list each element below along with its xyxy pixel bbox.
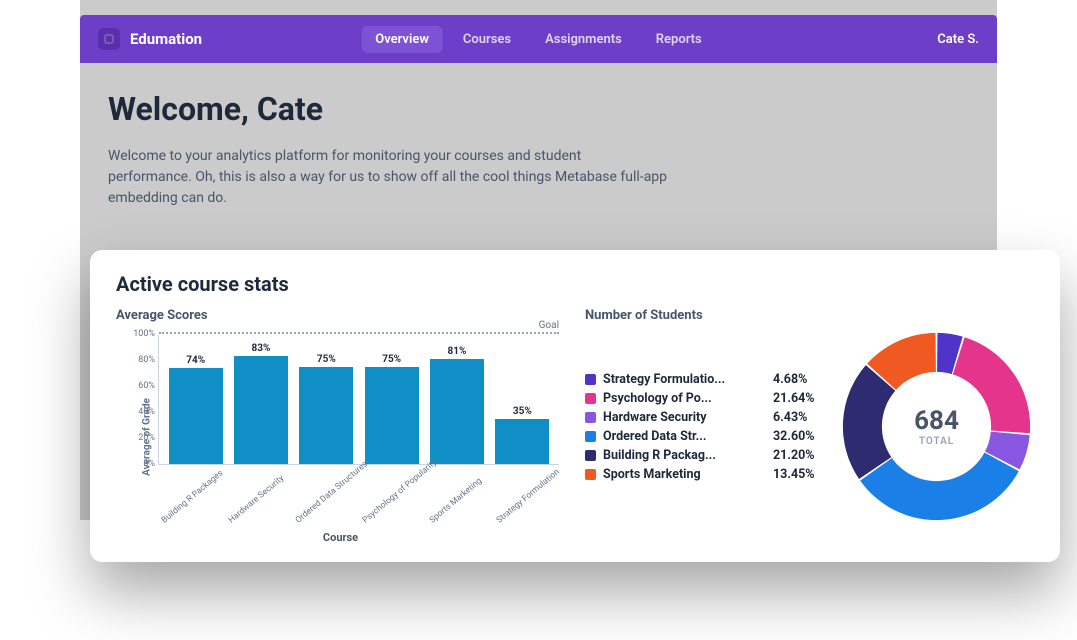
donut-chart: 684 TOTAL — [839, 329, 1034, 524]
legend-name: Psychology of Po... — [603, 391, 763, 406]
x-tick: Ordered Data Structures — [294, 483, 342, 525]
bar[interactable]: 35% — [495, 406, 549, 465]
legend-swatch — [585, 450, 596, 461]
bar[interactable]: 74% — [169, 355, 223, 464]
legend-name: Strategy Formulatio... — [603, 372, 763, 387]
x-tick: Hardware Security — [227, 483, 275, 525]
stats-title: Active course stats — [116, 272, 1034, 296]
x-tick: Building R Packages — [160, 483, 208, 525]
nav-courses[interactable]: Courses — [449, 26, 525, 53]
goal-label: Goal — [537, 320, 561, 331]
legend-pct: 6.43% — [773, 410, 807, 425]
y-tick: 0% — [125, 459, 155, 469]
bar-value-label: 81% — [448, 346, 467, 357]
legend-pct: 21.64% — [773, 391, 815, 406]
bar-value-label: 74% — [186, 355, 205, 366]
x-tick: Psychology of Popularity — [361, 483, 409, 525]
legend-name: Hardware Security — [603, 410, 763, 425]
bar-value-label: 75% — [317, 354, 336, 365]
bar-rect — [169, 368, 223, 464]
legend-item[interactable]: Hardware Security 6.43% — [585, 408, 819, 427]
legend-swatch — [585, 469, 596, 480]
bar[interactable]: 75% — [365, 354, 419, 465]
bar[interactable]: 81% — [430, 346, 484, 464]
page-title: Welcome, Cate — [108, 90, 668, 128]
donut-chart-title: Number of Students — [585, 308, 1034, 323]
x-tick: Sports Marketing — [427, 483, 475, 525]
bar-value-label: 75% — [382, 354, 401, 365]
legend-item[interactable]: Sports Marketing 13.45% — [585, 465, 819, 484]
legend-item[interactable]: Building R Packag... 21.20% — [585, 446, 819, 465]
bar-rect — [365, 367, 419, 465]
legend-item[interactable]: Psychology of Po... 21.64% — [585, 389, 819, 408]
legend-item[interactable]: Ordered Data Str... 32.60% — [585, 427, 819, 446]
legend-name: Building R Packag... — [603, 448, 763, 463]
y-tick: 20% — [125, 433, 155, 443]
stats-card: Active course stats Average Scores Avera… — [90, 250, 1060, 562]
legend-swatch — [585, 393, 596, 404]
nav-overview[interactable]: Overview — [361, 26, 443, 53]
bar-rect — [234, 356, 288, 464]
donut-total-label: TOTAL — [919, 436, 954, 447]
brand-name: Edumation — [130, 30, 202, 48]
nav-tabs: Overview Courses Assignments Reports — [361, 26, 716, 53]
goal-line: Goal — [159, 332, 559, 334]
donut-total-value: 684 — [914, 406, 959, 436]
x-tick: Strategy Formulation — [494, 483, 542, 525]
y-tick: 100% — [125, 329, 155, 339]
bar-rect — [299, 367, 353, 465]
legend-pct: 4.68% — [773, 372, 807, 387]
bar[interactable]: 83% — [234, 343, 288, 464]
legend-name: Sports Marketing — [603, 467, 763, 482]
legend-pct: 13.45% — [773, 467, 815, 482]
legend-swatch — [585, 431, 596, 442]
y-tick: 80% — [125, 355, 155, 365]
donut-legend: Strategy Formulatio... 4.68% Psychology of… — [585, 370, 819, 484]
bar-value-label: 83% — [252, 343, 271, 354]
donut-chart-section: Number of Students Strategy Formulatio..… — [585, 308, 1034, 544]
navbar: Edumation Overview Courses Assignments R… — [80, 15, 997, 63]
legend-pct: 21.20% — [773, 448, 815, 463]
y-tick: 40% — [125, 407, 155, 417]
page-subtitle: Welcome to your analytics platform for m… — [108, 146, 668, 209]
welcome-block: Welcome, Cate Welcome to your analytics … — [108, 90, 668, 209]
legend-item[interactable]: Strategy Formulatio... 4.68% — [585, 370, 819, 389]
logo-icon — [98, 28, 120, 50]
legend-swatch — [585, 374, 596, 385]
bar-chart: Average of Grade Goal 74%83%75%75%81%35%… — [116, 329, 565, 544]
x-axis-label: Course — [116, 531, 565, 544]
legend-pct: 32.60% — [773, 429, 815, 444]
y-tick: 60% — [125, 381, 155, 391]
bar-rect — [495, 419, 549, 465]
bar-rect — [430, 359, 484, 464]
bar-value-label: 35% — [513, 406, 532, 417]
bar-chart-title: Average Scores — [116, 308, 565, 323]
user-menu[interactable]: Cate S. — [937, 32, 979, 47]
nav-reports[interactable]: Reports — [642, 26, 716, 53]
nav-assignments[interactable]: Assignments — [531, 26, 636, 53]
legend-name: Ordered Data Str... — [603, 429, 763, 444]
legend-swatch — [585, 412, 596, 423]
bar[interactable]: 75% — [299, 354, 353, 465]
bar-chart-section: Average Scores Average of Grade Goal 74%… — [116, 308, 565, 544]
